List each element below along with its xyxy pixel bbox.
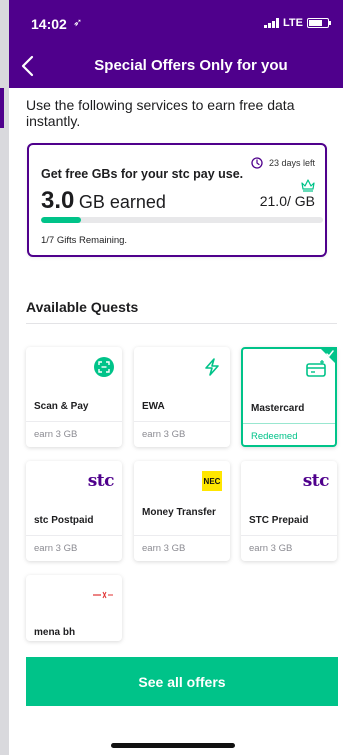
lightning-icon [202, 357, 222, 377]
background-window-edge [0, 0, 9, 755]
signal-icon [264, 18, 280, 28]
location-arrow-icon: ➶ [73, 17, 83, 29]
quest-tile-mastercard[interactable]: Mastercard Redeemed [241, 347, 337, 447]
crown-icon [301, 179, 315, 192]
days-left-badge: 23 days left [251, 157, 315, 169]
tile-divider [243, 423, 335, 424]
gifts-remaining: 1/7 Gifts Remaining. [41, 235, 128, 246]
card-headline: Get free GBs for your stc pay use. [41, 167, 244, 181]
card-icon [305, 359, 327, 379]
quest-tile-mena-bh[interactable]: mena bh [26, 575, 122, 641]
quest-tile-stc-prepaid[interactable]: stc STC Prepaid earn 3 GB [241, 461, 337, 561]
quest-name: stc Postpaid [34, 515, 94, 526]
tile-divider [241, 535, 337, 536]
quest-reward: earn 3 GB [34, 429, 78, 440]
quest-status-redeemed: Redeemed [251, 431, 298, 442]
battery-icon [307, 18, 331, 28]
quest-reward: earn 3 GB [142, 543, 186, 554]
quest-reward: earn 3 GB [142, 429, 186, 440]
intro-text: Use the following services to earn free … [26, 97, 295, 129]
section-divider [26, 323, 337, 324]
quest-name: Mastercard [251, 403, 305, 414]
network-type: LTE [283, 17, 303, 29]
mena-logo [92, 585, 114, 605]
page-title: Special Offers Only for you [94, 57, 288, 74]
quest-name: mena bh [34, 627, 76, 638]
nec-logo-text: NEC [202, 471, 222, 491]
quest-name: Money Transfer [142, 507, 216, 518]
stc-logo: stc [87, 471, 115, 491]
total-gb: 21.0/ GB [259, 193, 315, 209]
quest-name: Scan & Pay [34, 401, 89, 412]
nav-bar: Special Offers Only for you [9, 44, 343, 88]
background-accent [0, 88, 4, 128]
see-all-offers-button[interactable]: See all offers [26, 657, 338, 706]
quest-tile-ewa[interactable]: EWA earn 3 GB [134, 347, 230, 447]
tile-divider [134, 535, 230, 536]
status-time: 14:02 [31, 16, 67, 32]
status-indicators: LTE [264, 17, 331, 29]
quest-reward: earn 3 GB [249, 543, 293, 554]
tile-divider [26, 535, 122, 536]
status-bar: 14:02 ➶ LTE [9, 0, 343, 44]
home-indicator[interactable] [111, 743, 235, 748]
section-title: Available Quests [26, 299, 139, 315]
quest-name: EWA [142, 401, 165, 412]
earned-progress-bar [41, 217, 323, 223]
quest-reward: earn 3 GB [34, 543, 78, 554]
quest-tile-scan-pay[interactable]: Scan & Pay earn 3 GB [26, 347, 122, 447]
earned-summary-card: 23 days left Get free GBs for your stc p… [27, 143, 327, 257]
quest-tile-stc-postpaid[interactable]: stc stc Postpaid earn 3 GB [26, 461, 122, 561]
clock-icon [251, 157, 263, 169]
earned-unit: GB earned [78, 192, 166, 212]
nec-logo: NEC [202, 471, 222, 491]
back-chevron-icon[interactable] [15, 52, 43, 80]
stc-logo-text: stc [302, 471, 330, 491]
header: 14:02 ➶ LTE Special Offers Only for you [9, 0, 343, 88]
stc-logo-text: stc [87, 471, 115, 491]
days-left-text: 23 days left [268, 158, 315, 168]
check-icon [326, 350, 334, 358]
earned-progress-fill [41, 217, 82, 223]
quest-name: STC Prepaid [249, 515, 309, 526]
scan-icon [94, 357, 114, 377]
app-screen: 14:02 ➶ LTE Special Offers Only for you … [9, 0, 343, 755]
quest-tile-money-transfer[interactable]: NEC Money Transfer earn 3 GB [134, 461, 230, 561]
tile-divider [26, 421, 122, 422]
earned-amount: 3.0 GB earned [41, 187, 166, 215]
earned-value: 3.0 [41, 187, 75, 214]
stc-logo: stc [302, 471, 330, 491]
tile-divider [134, 421, 230, 422]
